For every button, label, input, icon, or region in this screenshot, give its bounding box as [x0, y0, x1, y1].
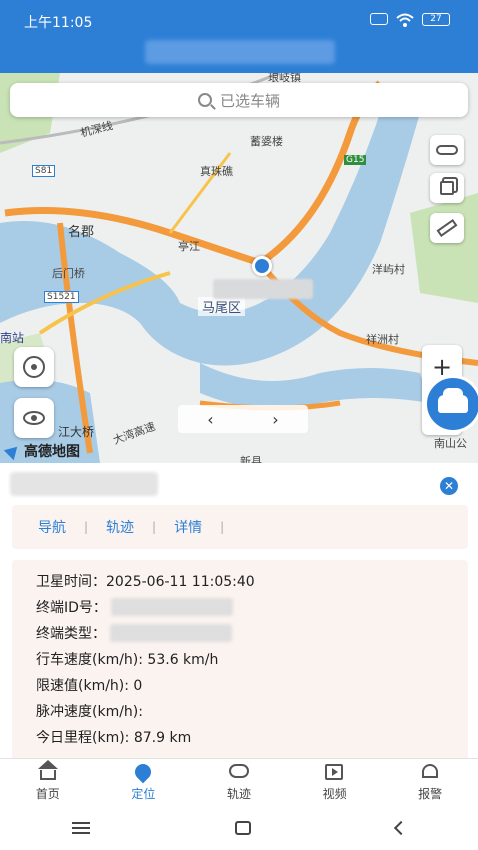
map-label: 后门桥 [52, 267, 85, 280]
nav-alarm[interactable]: 报警 [382, 759, 478, 806]
view-button[interactable] [14, 398, 54, 438]
nav-alarm-label: 报警 [418, 786, 443, 801]
nav-home[interactable]: 首页 [0, 759, 96, 806]
traffic-button[interactable] [430, 135, 464, 165]
satellite-time-row: 卫星时间：2025-06-11 11:05:40 [36, 568, 468, 594]
vehicle-list-button[interactable] [424, 375, 478, 433]
map-label: 亭江 [178, 240, 200, 253]
divider: | [84, 520, 89, 534]
terminal-type-label: 终端类型： [36, 626, 106, 642]
nav-location[interactable]: 定位 [96, 759, 192, 806]
eye-icon [23, 411, 45, 425]
nav-location-label: 定位 [131, 786, 156, 801]
district-label: 马尾区 [198, 297, 246, 316]
nav-home-label: 首页 [35, 786, 60, 801]
speed-limit-value: 限速值(km/h): 0 [36, 678, 143, 694]
ruler-button[interactable] [430, 213, 464, 243]
sim-icon [370, 13, 388, 25]
locate-button[interactable] [14, 347, 54, 387]
vehicle-search-bar[interactable]: 已选车辆 [10, 83, 468, 117]
today-mileage-value: 今日里程(km): 87.9 km [36, 730, 192, 746]
battery-icon: 27 [422, 12, 450, 26]
vehicle-marker-label [213, 279, 313, 299]
amap-logo: 高德地图 [3, 441, 80, 461]
playback-control: ‹ › [178, 405, 308, 433]
page-title-redacted [145, 40, 335, 64]
car-icon [438, 388, 468, 413]
target-icon [23, 356, 45, 378]
map-label: 蓄婆楼 [250, 135, 283, 148]
speed-row: 行车速度(km/h): 53.6 km/h [36, 646, 468, 672]
road-sign: S1521 [44, 291, 79, 303]
layers-button[interactable] [430, 173, 464, 203]
navigate-action[interactable]: 导航 [38, 517, 66, 537]
amap-arrow-icon [3, 441, 23, 461]
status-time: 上午11:05 [24, 15, 93, 31]
nav-video[interactable]: 视频 [287, 759, 383, 806]
pulse-speed-value: 脉冲速度(km/h): [36, 704, 143, 720]
traffic-icon [436, 145, 458, 155]
alarm-icon [420, 763, 440, 782]
map-label: 洋屿村 [372, 263, 405, 276]
track-icon [228, 763, 249, 782]
terminal-type-row: 终端类型： [36, 620, 468, 646]
amap-logo-text: 高德地图 [24, 444, 80, 460]
nav-track[interactable]: 轨迹 [191, 759, 287, 806]
speed-value: 行车速度(km/h): 53.6 km/h [36, 652, 219, 668]
terminal-type-redacted [110, 624, 232, 642]
terminal-id-row: 终端ID号： [36, 594, 468, 620]
vehicle-details: 卫星时间：2025-06-11 11:05:40 终端ID号： 终端类型： 行车… [12, 560, 468, 758]
terminal-id-redacted [110, 598, 233, 616]
map-label: 新县 [240, 455, 262, 463]
bottom-nav: 首页 定位 轨迹 视频 报警 [0, 758, 478, 806]
vehicle-info-panel: ✕ 导航 | 轨迹 | 详情 | 卫星时间：2025-06-11 11:05:4… [0, 463, 478, 758]
back-button[interactable] [393, 820, 408, 836]
status-bar: 上午11:05 27 [0, 0, 478, 73]
prev-button[interactable]: ‹ [207, 410, 213, 429]
location-pin-icon [132, 760, 155, 783]
map-label: 祥洲村 [366, 333, 399, 346]
map-label: 南站 [0, 331, 25, 345]
home-icon [37, 759, 58, 782]
close-button[interactable]: ✕ [440, 477, 458, 495]
details-action[interactable]: 详情 [174, 517, 202, 537]
recent-apps-button[interactable] [72, 822, 91, 834]
wifi-icon [396, 12, 414, 27]
search-icon [197, 93, 212, 107]
terminal-id-label: 终端ID号： [36, 600, 107, 616]
next-button[interactable]: › [272, 410, 278, 429]
nav-track-label: 轨迹 [226, 786, 251, 801]
satellite-time: 卫星时间：2025-06-11 11:05:40 [36, 574, 255, 590]
map-label: 江大桥 [58, 425, 95, 439]
pulse-speed-row: 脉冲速度(km/h): [36, 698, 468, 724]
speed-limit-row: 限速值(km/h): 0 [36, 672, 468, 698]
divider: | [220, 520, 225, 534]
layers-icon [440, 181, 454, 195]
system-nav-bar [0, 806, 478, 850]
vehicle-search-placeholder: 已选车辆 [219, 91, 280, 110]
status-icons: 27 [370, 12, 450, 27]
map-label: 名郡 [68, 225, 95, 240]
home-button[interactable] [234, 821, 251, 835]
map-view[interactable]: 琅岐镇 蓄婆楼 真珠礁 名郡 后门桥 亭江 洋屿村 祥洲村 江大桥 新县 南山公… [0, 73, 478, 463]
today-mileage-row: 今日里程(km): 87.9 km [36, 724, 468, 750]
action-bar: 导航 | 轨迹 | 详情 | [12, 505, 468, 549]
road-sign: G15 [344, 155, 367, 165]
map-label: 真珠礁 [200, 165, 233, 178]
video-icon [324, 763, 345, 782]
ruler-icon [436, 218, 458, 238]
nav-video-label: 视频 [322, 786, 347, 801]
map-label: 南山公 [434, 437, 467, 450]
road-sign: S81 [32, 165, 56, 177]
track-action[interactable]: 轨迹 [106, 517, 134, 537]
divider: | [152, 520, 157, 534]
plate-number-redacted [10, 472, 158, 496]
vehicle-marker[interactable] [252, 256, 272, 276]
